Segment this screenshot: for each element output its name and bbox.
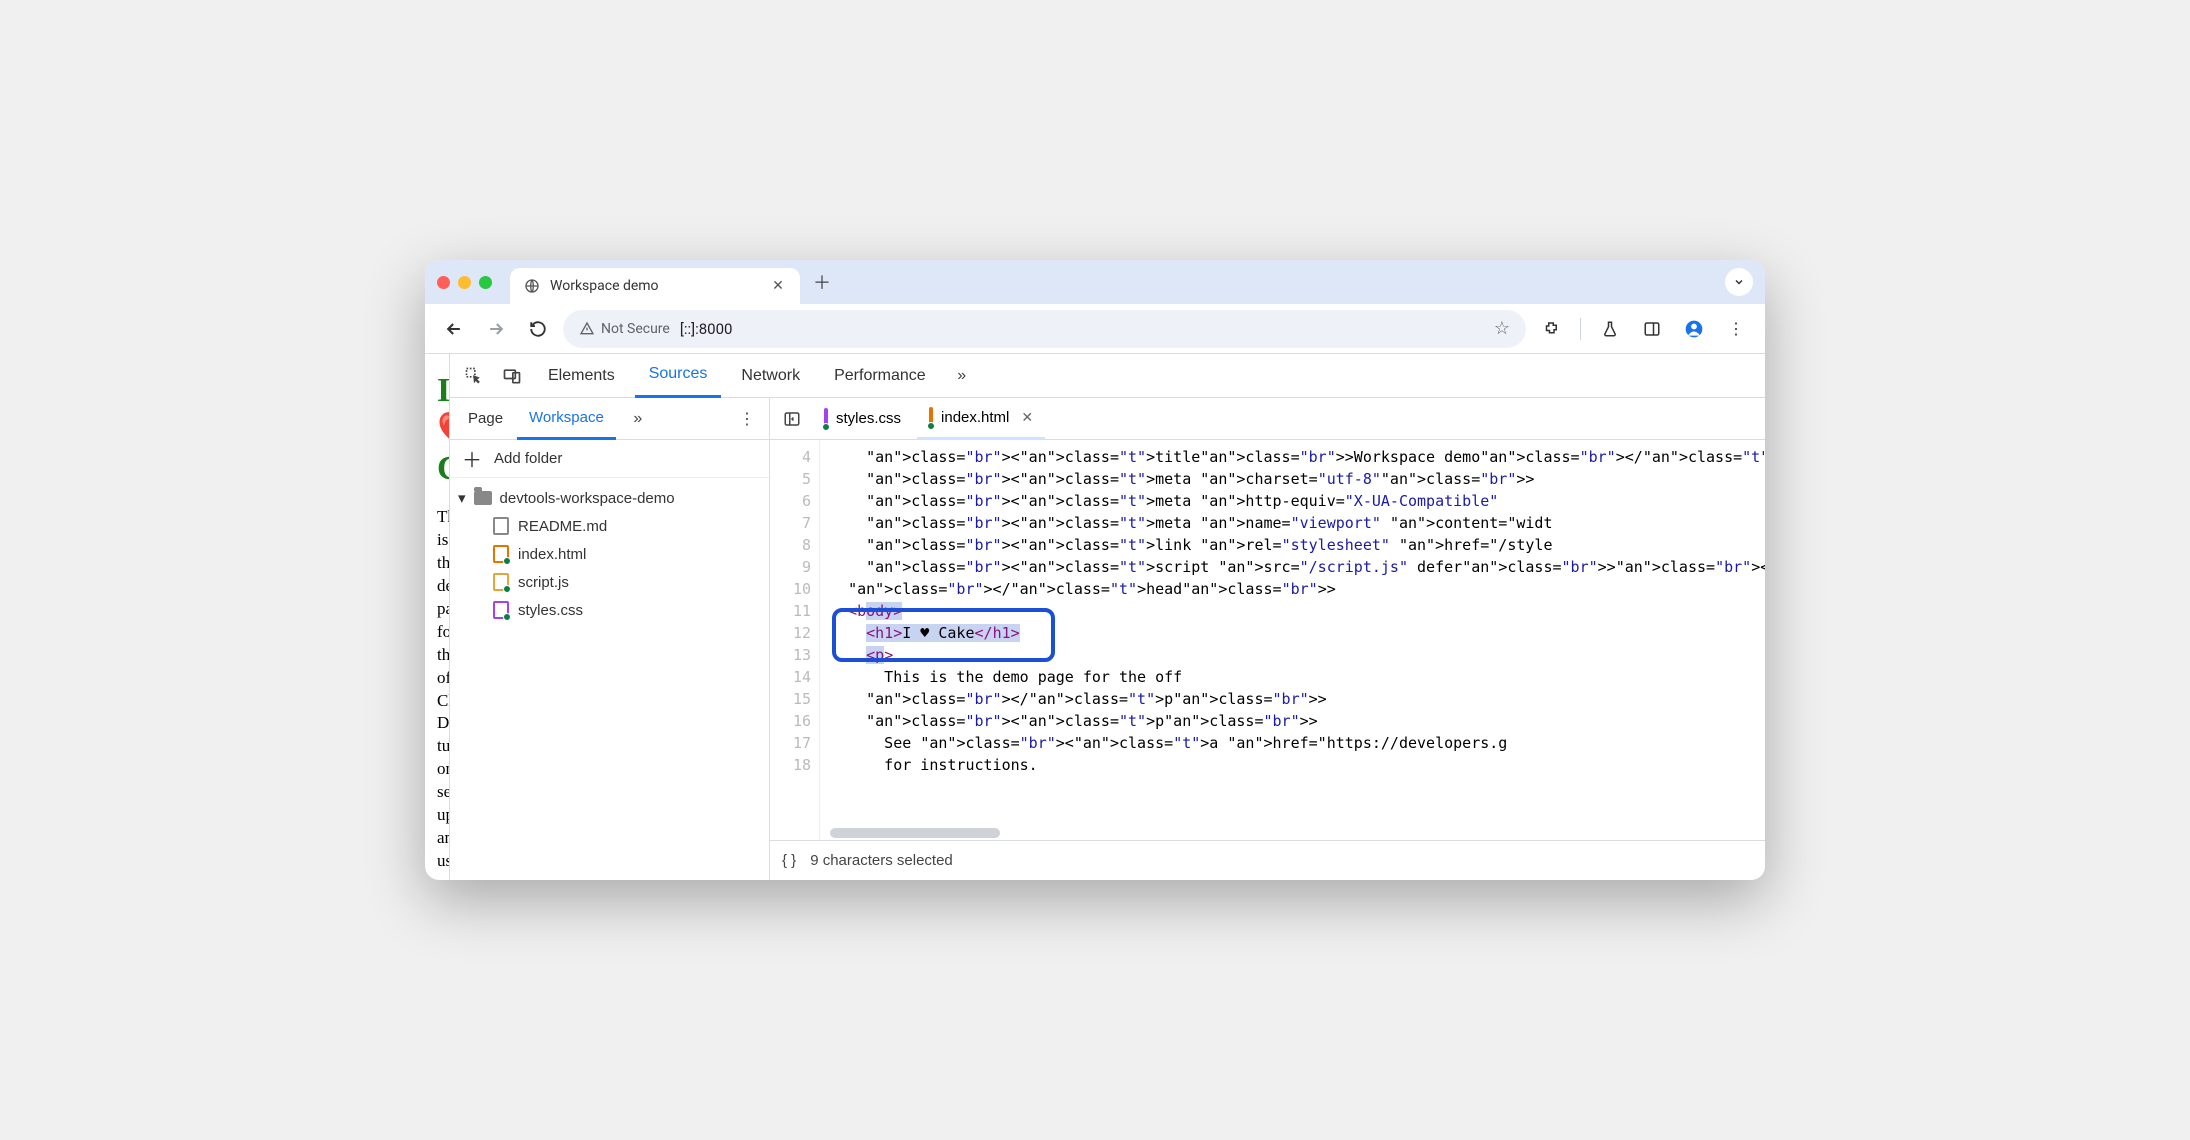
forward-button[interactable] <box>479 312 513 346</box>
nav-tab-page[interactable]: Page <box>456 398 515 440</box>
reload-button[interactable] <box>521 312 555 346</box>
heart-icon: ❤️ <box>437 412 449 449</box>
profile-button[interactable] <box>1677 312 1711 346</box>
css-file-icon <box>492 601 510 619</box>
close-window-button[interactable] <box>437 276 450 289</box>
devtools-panel: Elements Sources Network Performance » ⋮… <box>449 354 1765 880</box>
editor-tab-styles[interactable]: styles.css <box>812 398 913 440</box>
close-editor-tab-icon[interactable]: ✕ <box>1021 409 1033 426</box>
tree-file[interactable]: README.md <box>450 512 769 540</box>
kebab-menu-icon[interactable]: ⋮ <box>1719 312 1753 346</box>
file-label: README.md <box>518 518 607 535</box>
file-label: script.js <box>518 574 569 591</box>
format-icon[interactable]: { } <box>782 852 796 869</box>
add-folder-label: Add folder <box>494 450 562 467</box>
devtools-tabbar: Elements Sources Network Performance » ⋮… <box>450 354 1765 398</box>
file-label: styles.css <box>518 602 583 619</box>
browser-tab[interactable]: Workspace demo ✕ <box>510 268 800 304</box>
code-area[interactable]: 456789101112131415161718 "an">class="br"… <box>770 440 1765 840</box>
html-file-icon <box>929 409 933 426</box>
minimize-window-button[interactable] <box>458 276 471 289</box>
inspect-icon[interactable] <box>458 360 490 392</box>
folder-icon <box>474 489 492 507</box>
code-content[interactable]: "an">class="br"><"an">class="t">title"an… <box>820 440 1765 840</box>
code-editor: styles.css index.html ✕ 4567891011121314… <box>770 398 1765 880</box>
content-area: I ❤️ Cake This is the demo page for the … <box>425 354 1765 880</box>
editor-tab-label: index.html <box>941 409 1009 426</box>
extensions-icon[interactable] <box>1534 312 1568 346</box>
globe-icon <box>524 278 540 294</box>
line-gutter: 456789101112131415161718 <box>770 440 820 840</box>
devtools-body: Page Workspace » ⋮ ＋ Add folder ▾ <box>450 398 1765 880</box>
tree-folder[interactable]: ▾ devtools-workspace-demo <box>450 484 769 512</box>
side-panel-icon[interactable] <box>1635 312 1669 346</box>
navigator-tabs: Page Workspace » ⋮ <box>450 398 769 440</box>
add-folder-button[interactable]: ＋ Add folder <box>450 440 769 478</box>
more-tabs-icon[interactable]: » <box>946 360 978 392</box>
tab-network[interactable]: Network <box>727 354 814 398</box>
plain-file-icon <box>492 517 510 535</box>
editor-tab-index[interactable]: index.html ✕ <box>917 398 1045 440</box>
nav-tab-workspace[interactable]: Workspace <box>517 398 616 440</box>
file-tree: ▾ devtools-workspace-demo README.md index… <box>450 478 769 880</box>
tabs-menu-button[interactable] <box>1725 268 1753 296</box>
new-tab-button[interactable]: ＋ <box>808 268 836 296</box>
horizontal-scrollbar[interactable] <box>830 828 1000 838</box>
file-label: index.html <box>518 546 586 563</box>
device-toggle-icon[interactable] <box>496 360 528 392</box>
nav-kebab-icon[interactable]: ⋮ <box>731 403 763 435</box>
tab-elements[interactable]: Elements <box>534 354 629 398</box>
editor-tab-label: styles.css <box>836 410 901 427</box>
tab-sources[interactable]: Sources <box>635 354 722 398</box>
heading-prefix: I <box>437 372 449 409</box>
tab-performance[interactable]: Performance <box>820 354 940 398</box>
url-text: [::]:8000 <box>680 320 733 338</box>
folder-label: devtools-workspace-demo <box>500 490 675 507</box>
security-label: Not Secure <box>601 321 670 337</box>
omnibox[interactable]: Not Secure [::]:8000 ☆ <box>563 310 1526 348</box>
browser-window: Workspace demo ✕ ＋ Not Secure [::]:8000 … <box>425 260 1765 880</box>
bookmark-icon[interactable]: ☆ <box>1494 318 1510 339</box>
tree-file[interactable]: script.js <box>450 568 769 596</box>
tab-strip: Workspace demo ✕ ＋ <box>425 260 1765 304</box>
tree-file[interactable]: styles.css <box>450 596 769 624</box>
tab-title: Workspace demo <box>550 278 760 294</box>
html-file-icon <box>492 545 510 563</box>
sources-navigator: Page Workspace » ⋮ ＋ Add folder ▾ <box>450 398 770 880</box>
heading-suffix: Cake <box>437 450 449 487</box>
back-button[interactable] <box>437 312 471 346</box>
labs-icon[interactable] <box>1593 312 1627 346</box>
toggle-navigator-icon[interactable] <box>776 403 808 435</box>
security-chip[interactable]: Not Secure <box>579 321 670 337</box>
maximize-window-button[interactable] <box>479 276 492 289</box>
close-tab-icon[interactable]: ✕ <box>770 278 786 294</box>
window-controls <box>437 276 492 289</box>
chevron-down-icon: ▾ <box>458 489 466 507</box>
nav-more-icon[interactable]: » <box>622 403 654 435</box>
editor-status-bar: { } 9 characters selected Coverage: n/a <box>770 840 1765 880</box>
editor-tabs: styles.css index.html ✕ <box>770 398 1765 440</box>
plus-icon: ＋ <box>462 444 482 473</box>
selection-status: 9 characters selected <box>810 852 953 869</box>
css-file-icon <box>824 410 828 427</box>
js-file-icon <box>492 573 510 591</box>
toolbar-separator <box>1580 318 1581 340</box>
browser-toolbar: Not Secure [::]:8000 ☆ ⋮ <box>425 304 1765 354</box>
tree-file[interactable]: index.html <box>450 540 769 568</box>
rendered-page: I ❤️ Cake This is the demo page for the … <box>425 354 449 880</box>
